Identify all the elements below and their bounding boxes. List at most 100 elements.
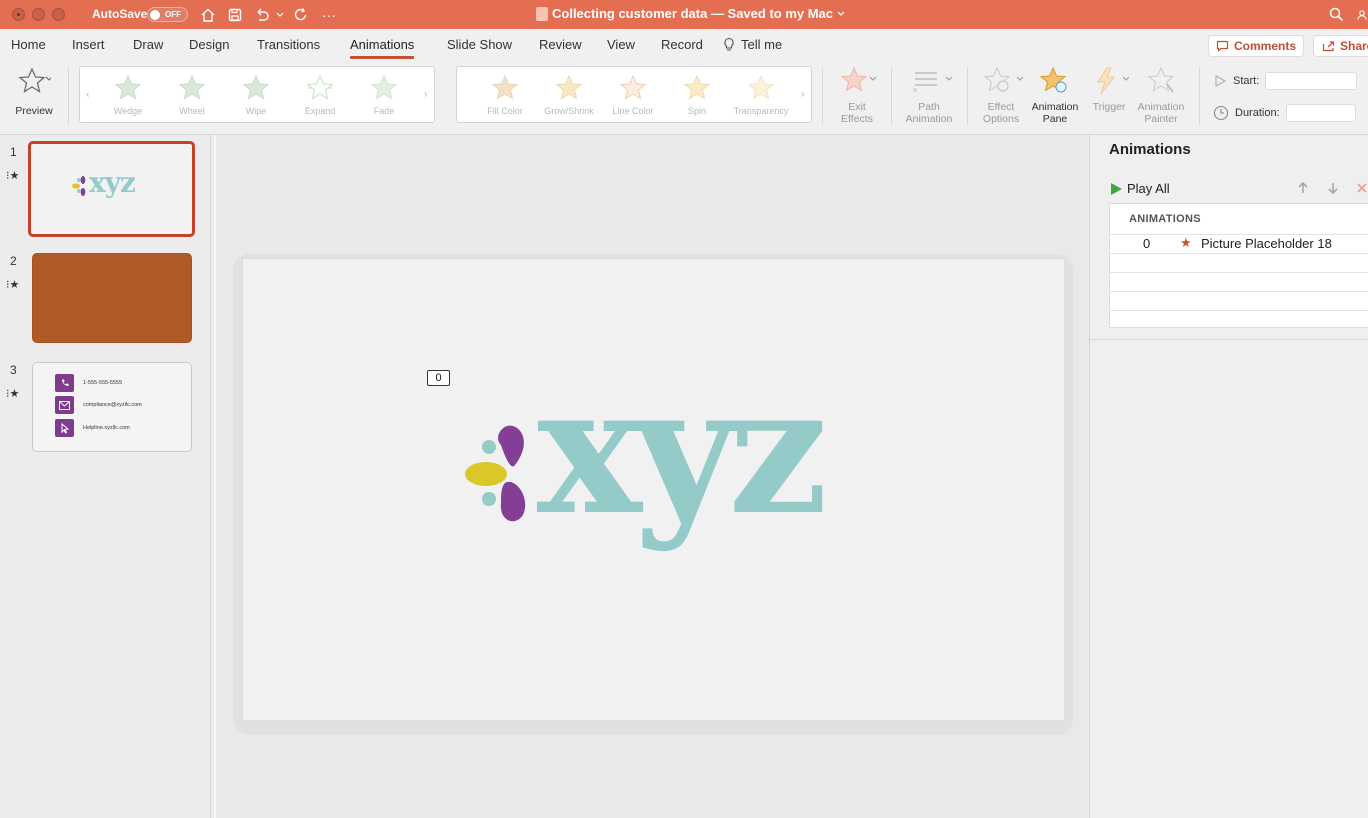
- slide-thumbnail-panel[interactable]: 1 ⁝★ xyz 2 ⁝★ 3 ⁝★ 1-555-555-5555 compli…: [0, 135, 211, 818]
- panel-divider[interactable]: [214, 135, 216, 818]
- title-chevron-down-icon[interactable]: [837, 11, 845, 17]
- grow-shrink-star-icon: [555, 74, 583, 100]
- tab-animations[interactable]: Animations: [350, 37, 415, 59]
- exit-star-icon: [840, 66, 877, 92]
- animation-pane-button[interactable]: Animation Pane: [1028, 66, 1082, 125]
- slide-thumbnail-1[interactable]: xyz: [28, 141, 195, 237]
- effect-spin[interactable]: Spin: [667, 71, 727, 119]
- animation-order: 0: [1143, 236, 1151, 251]
- slide-thumbnail-3[interactable]: 1-555-555-5555 compliance@xyzllc.com Hel…: [32, 362, 192, 452]
- effect-wedge[interactable]: Wedge: [98, 71, 158, 119]
- slide-number-2: 2: [10, 254, 17, 268]
- transparency-star-icon: [747, 74, 775, 100]
- effect-line-color[interactable]: Line Color: [603, 71, 663, 119]
- spin-star-icon: [683, 74, 711, 100]
- play-all-button[interactable]: Play All: [1109, 181, 1170, 196]
- animation-order-tag[interactable]: 0: [427, 370, 450, 386]
- animation-pane-title: Animations: [1109, 141, 1191, 158]
- effect-options-icon: [983, 66, 1024, 92]
- zoom-window-button[interactable]: [52, 8, 65, 21]
- tab-insert[interactable]: Insert: [72, 37, 105, 52]
- emphasis-effects-gallery: Fill Color Grow/Shrink Line Color Spin T…: [456, 66, 812, 123]
- autosave-label: AutoSave: [92, 7, 148, 21]
- slide-3-email: compliance@xyzllc.com: [83, 402, 142, 408]
- move-up-arrow-icon[interactable]: [1297, 181, 1309, 198]
- path-animation-label-2: Animation: [905, 113, 953, 125]
- effect-options-button[interactable]: Effect Options: [975, 66, 1027, 125]
- autosave-toggle[interactable]: OFF: [147, 7, 188, 22]
- effect-line-color-label: Line Color: [612, 106, 654, 116]
- animation-painter-button[interactable]: Animation Painter: [1134, 66, 1188, 125]
- tell-me-label: Tell me: [741, 37, 783, 52]
- current-slide[interactable]: xyz: [242, 258, 1065, 721]
- effect-fade[interactable]: Fade: [354, 71, 414, 119]
- animation-pane-icon: [1039, 66, 1067, 93]
- undo-dropdown-icon[interactable]: [275, 5, 285, 24]
- fade-star-icon: [370, 74, 398, 100]
- gallery-left-arrow-icon[interactable]: ‹: [86, 89, 89, 100]
- redo-icon[interactable]: [292, 5, 310, 24]
- tell-me[interactable]: Tell me: [723, 37, 782, 52]
- exit-effects-button[interactable]: Exit Effects: [833, 66, 881, 125]
- preview-button[interactable]: Preview: [10, 66, 58, 117]
- effect-wheel[interactable]: Wheel: [162, 71, 222, 119]
- save-icon[interactable]: [226, 5, 244, 24]
- entrance-star-icon: ★: [1180, 235, 1192, 250]
- path-animation-button[interactable]: Path Animation: [900, 66, 958, 125]
- home-icon[interactable]: [199, 5, 217, 24]
- effect-grow-shrink[interactable]: Grow/Shrink: [539, 71, 599, 119]
- duration-row: Duration:: [1213, 104, 1356, 122]
- document-title: Collecting customer data — Saved to my M…: [536, 6, 845, 21]
- effect-expand[interactable]: Expand: [290, 71, 350, 119]
- tab-review[interactable]: Review: [539, 37, 582, 52]
- account-icon[interactable]: [1356, 5, 1368, 24]
- tab-draw[interactable]: Draw: [133, 37, 163, 52]
- share-icon: [1322, 41, 1335, 52]
- effect-wipe[interactable]: Wipe: [226, 71, 286, 119]
- remove-animation-icon[interactable]: [1356, 181, 1368, 198]
- duration-input[interactable]: [1285, 104, 1356, 122]
- effect-fill-color[interactable]: Fill Color: [475, 71, 535, 119]
- play-outline-icon: [1215, 75, 1227, 87]
- minimize-window-button[interactable]: [32, 8, 45, 21]
- trigger-button[interactable]: Trigger: [1086, 66, 1132, 113]
- trigger-lightning-icon: [1097, 67, 1130, 95]
- tab-design[interactable]: Design: [189, 37, 229, 52]
- effect-expand-label: Expand: [304, 106, 336, 116]
- tab-home[interactable]: Home: [11, 37, 46, 52]
- effect-wipe-label: Wipe: [245, 106, 267, 116]
- tab-transitions[interactable]: Transitions: [257, 37, 320, 52]
- effect-transparency[interactable]: Transparency: [731, 71, 791, 119]
- animation-pane: Animations Play All ANIMATIONS 0 ★ Pictu…: [1089, 135, 1368, 818]
- tab-slide-show[interactable]: Slide Show: [447, 37, 512, 52]
- effect-wedge-label: Wedge: [113, 106, 143, 116]
- undo-icon[interactable]: [253, 5, 271, 24]
- more-icon[interactable]: ···: [320, 5, 338, 24]
- slide-logo-text: xyz: [537, 347, 828, 554]
- gallery-right-arrow-icon[interactable]: ›: [424, 89, 427, 100]
- preview-label: Preview: [15, 105, 53, 117]
- close-window-button[interactable]: [12, 8, 25, 21]
- animation-painter-label-1: Animation: [1137, 101, 1185, 113]
- effect-fade-label: Fade: [373, 106, 395, 116]
- slide-3-animation-star-icon: ⁝★: [6, 388, 20, 400]
- share-button[interactable]: Share: [1313, 35, 1368, 57]
- start-row: Start:: [1213, 72, 1358, 90]
- animation-painter-label-2: Painter: [1144, 113, 1178, 125]
- start-label: Start:: [1233, 75, 1260, 87]
- search-icon[interactable]: [1327, 5, 1345, 24]
- animation-list-item[interactable]: 0 ★ Picture Placeholder 18: [1110, 235, 1368, 253]
- line-color-star-icon: [619, 74, 647, 100]
- tab-view[interactable]: View: [607, 37, 635, 52]
- comments-button[interactable]: Comments: [1208, 35, 1304, 57]
- animation-pane-label-1: Animation: [1031, 101, 1079, 113]
- move-down-arrow-icon[interactable]: [1327, 181, 1339, 198]
- animation-list[interactable]: ANIMATIONS 0 ★ Picture Placeholder 18: [1109, 203, 1368, 328]
- start-select[interactable]: [1265, 72, 1358, 90]
- slide-thumbnail-2[interactable]: [32, 253, 192, 343]
- tab-record[interactable]: Record: [661, 37, 703, 52]
- gallery-right-arrow-icon-2[interactable]: ›: [801, 89, 804, 100]
- ribbon-tabs: Home Insert Draw Design Transitions Anim…: [0, 29, 1368, 60]
- slide-3-phone: 1-555-555-5555: [83, 380, 123, 386]
- wipe-star-icon: [242, 74, 270, 100]
